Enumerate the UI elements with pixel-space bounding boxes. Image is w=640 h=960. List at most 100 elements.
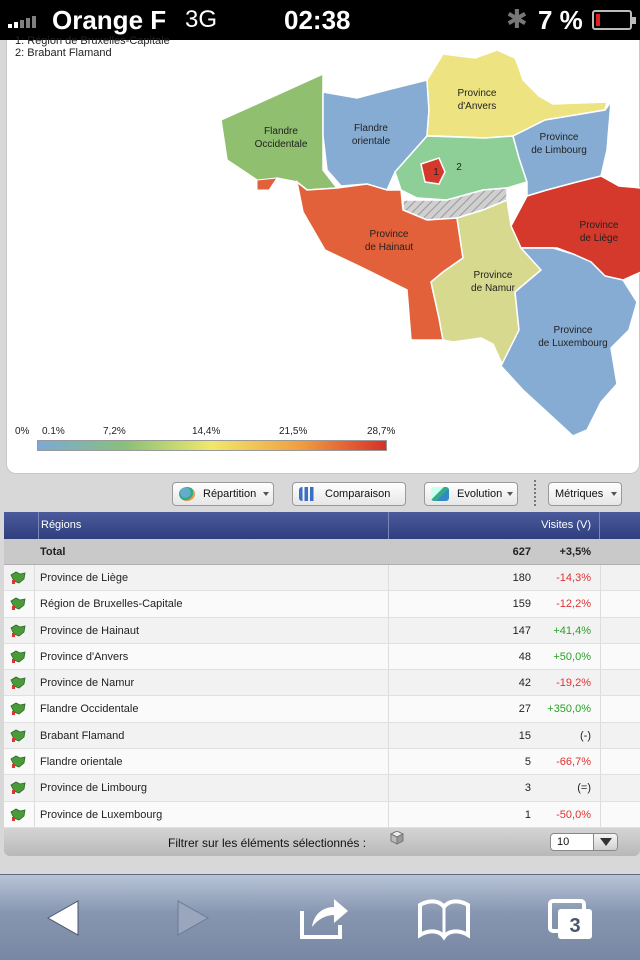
chevron-down-icon[interactable] bbox=[593, 834, 617, 850]
metriques-label: Métriques bbox=[555, 488, 604, 500]
label-flandre-occ-1: Flandre bbox=[264, 126, 298, 137]
browser-toolbar: 3 bbox=[0, 874, 640, 960]
visits-value: 42 bbox=[518, 677, 531, 690]
table-row[interactable]: Province d'Anvers 48 +50,0% bbox=[4, 643, 640, 671]
visits-change: +41,4% bbox=[553, 624, 591, 637]
marker-1: 1 bbox=[433, 167, 439, 178]
filter-icon[interactable] bbox=[390, 831, 404, 845]
table-row[interactable]: Région de Bruxelles-Capitale 159 -12,2% bbox=[4, 591, 640, 618]
label-hainaut-2: de Hainaut bbox=[365, 242, 414, 253]
comparaison-button[interactable]: Comparaison bbox=[292, 482, 406, 506]
repartition-button[interactable]: Répartition bbox=[172, 482, 274, 506]
regions-table: Régions Visites (V) Total 627 +3,5% Prov… bbox=[4, 512, 640, 828]
battery-percent: 7 % bbox=[538, 5, 583, 35]
back-icon[interactable] bbox=[34, 893, 94, 943]
visits-change: -19,2% bbox=[556, 677, 591, 690]
filter-bar: Filtrer sur les éléments sélectionnés : … bbox=[4, 828, 640, 856]
label-anvers-2: d'Anvers bbox=[458, 101, 497, 112]
column-header-regions[interactable]: Régions bbox=[38, 512, 81, 539]
visits-value: 147 bbox=[512, 624, 531, 637]
visits-change: (=) bbox=[577, 782, 591, 795]
label-namur-2: de Namur bbox=[471, 283, 516, 294]
chevron-down-icon bbox=[507, 492, 513, 496]
region-map-icon[interactable] bbox=[10, 597, 26, 611]
region-name: Province d'Anvers bbox=[40, 650, 129, 663]
visits-change: -12,2% bbox=[556, 598, 591, 611]
region-map-icon[interactable] bbox=[10, 650, 26, 664]
region-name: Province de Liège bbox=[40, 572, 129, 584]
scale-tick: 0% bbox=[15, 426, 30, 437]
color-scale: 0% 0.1% 7,2% 14,4% 21,5% 28,7% bbox=[15, 426, 415, 456]
column-header-visits[interactable]: Visites (V) bbox=[388, 512, 600, 539]
table-row[interactable]: Province de Hainaut 147 +41,4% bbox=[4, 617, 640, 644]
evolution-label: Evolution bbox=[457, 488, 503, 500]
table-row[interactable]: Flandre orientale 5 -66,7% bbox=[4, 749, 640, 776]
bluetooth-icon: ✱ bbox=[506, 4, 528, 34]
label-liege-2: de Liège bbox=[580, 233, 619, 244]
signal-icon bbox=[8, 14, 36, 28]
region-name: Flandre orientale bbox=[40, 756, 123, 769]
region-map-icon[interactable] bbox=[10, 571, 26, 585]
region-map-icon[interactable] bbox=[10, 624, 26, 638]
toolbar-separator bbox=[534, 480, 536, 506]
bar-chart-icon bbox=[299, 487, 317, 501]
metriques-button[interactable]: Métriques bbox=[548, 482, 622, 506]
table-row[interactable]: Province de Limbourg 3 (=) bbox=[4, 775, 640, 802]
region-map-icon[interactable] bbox=[10, 676, 26, 690]
filter-label: Filtrer sur les éléments sélectionnés : bbox=[168, 836, 367, 850]
visits-value: 5 bbox=[524, 756, 531, 769]
bookmarks-icon[interactable] bbox=[414, 893, 474, 943]
visits-value: 1 bbox=[524, 808, 531, 821]
tabs-count: 3 bbox=[569, 915, 580, 937]
label-namur-1: Province bbox=[474, 270, 513, 281]
comparaison-label: Comparaison bbox=[325, 488, 391, 500]
table-row[interactable]: Province de Namur 42 -19,2% bbox=[4, 670, 640, 697]
forward-icon[interactable] bbox=[162, 893, 222, 943]
scale-tick: 28,7% bbox=[367, 426, 396, 437]
clock: 02:38 bbox=[284, 5, 351, 35]
region-map-icon[interactable] bbox=[10, 755, 26, 769]
visits-value: 3 bbox=[524, 782, 531, 795]
scale-tick: 0.1% bbox=[42, 426, 65, 437]
tabs-icon[interactable]: 3 bbox=[540, 893, 600, 943]
label-flandre-occ-2: Occidentale bbox=[255, 139, 308, 150]
region-map-icon[interactable] bbox=[10, 729, 26, 743]
region-name: Province de Limbourg bbox=[40, 782, 148, 795]
visits-value: 159 bbox=[512, 598, 531, 611]
label-limbourg-1: Province bbox=[540, 132, 579, 143]
table-row[interactable]: Flandre Occidentale 27 +350,0% bbox=[4, 696, 640, 723]
visits-change: -14,3% bbox=[556, 572, 591, 584]
chevron-down-icon bbox=[263, 492, 269, 496]
region-name: Flandre Occidentale bbox=[40, 703, 139, 716]
region-map-icon[interactable] bbox=[10, 808, 26, 822]
evolution-button[interactable]: Evolution bbox=[424, 482, 518, 506]
label-liege-1: Province bbox=[580, 220, 619, 231]
marker-2: 2 bbox=[456, 162, 462, 173]
region-map-icon[interactable] bbox=[10, 702, 26, 716]
visits-value: 15 bbox=[518, 729, 531, 742]
visits-change: (-) bbox=[580, 729, 591, 742]
battery-icon bbox=[592, 10, 636, 30]
total-change: +3,5% bbox=[559, 546, 592, 558]
share-icon[interactable] bbox=[294, 893, 354, 943]
region-name: Province de Namur bbox=[40, 677, 135, 690]
region-name: Province de Luxembourg bbox=[40, 808, 163, 821]
region-name: Région de Bruxelles-Capitale bbox=[40, 598, 183, 611]
chevron-down-icon bbox=[611, 492, 617, 496]
map-legend: 1: Région de Bruxelles-Capitale 2: Braba… bbox=[15, 35, 170, 59]
network-type: 3G bbox=[185, 6, 218, 33]
total-label: Total bbox=[40, 546, 66, 558]
visits-value: 48 bbox=[518, 650, 531, 663]
table-row[interactable]: Province de Luxembourg 1 -50,0% bbox=[4, 801, 640, 828]
map-panel: Flandre Occidentale Flandre orientale Pr… bbox=[6, 35, 640, 474]
table-row[interactable]: Province de Liège 180 -14,3% bbox=[4, 565, 640, 592]
table-row[interactable]: Brabant Flamand 15 (-) bbox=[4, 722, 640, 750]
visits-value: 180 bbox=[512, 572, 531, 584]
visits-change: -66,7% bbox=[556, 756, 591, 769]
region-map-icon[interactable] bbox=[10, 781, 26, 795]
page-size-select[interactable]: 10 bbox=[550, 833, 618, 851]
label-flandre-or-2: orientale bbox=[352, 136, 391, 147]
map-legend-line-1: 1: Région de Bruxelles-Capitale bbox=[15, 35, 170, 47]
page-size-value: 10 bbox=[557, 836, 570, 848]
carrier-name: Orange F bbox=[52, 5, 167, 35]
